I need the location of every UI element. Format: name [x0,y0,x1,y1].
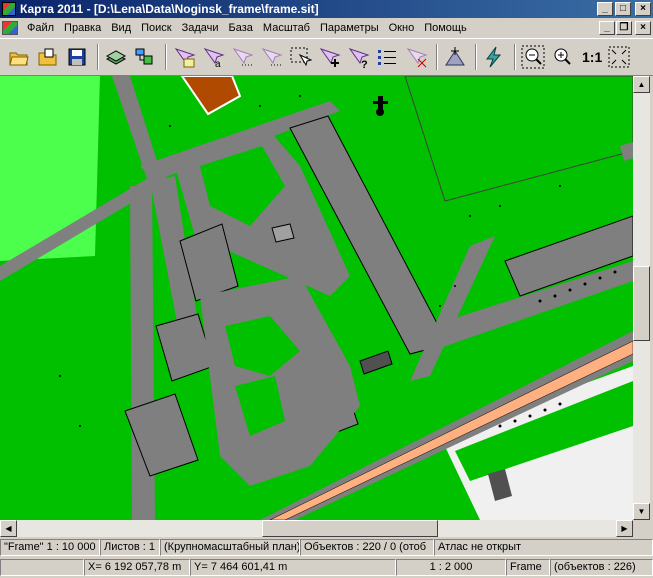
lightning-icon[interactable] [481,43,507,71]
map-canvas[interactable] [0,76,633,520]
open-folder-icon[interactable] [6,43,32,71]
save-icon[interactable] [64,43,90,71]
open-project-icon[interactable] [35,43,61,71]
status-bar-bottom: X= 6 192 057,78 m Y= 7 464 601,41 m 1 : … [0,557,653,577]
window-title: Карта 2011 - [D:\Lena\Data\Noginsk_frame… [20,2,319,16]
toolbar: a ? 1:1 [0,38,653,76]
query-select-icon[interactable]: ? [345,43,371,71]
menu-window[interactable]: Окно [384,22,420,34]
status-empty [0,558,84,576]
layer-objects: (объектов : 226) [550,558,653,576]
doc-restore-button[interactable]: ❐ [616,21,632,35]
svg-text:?: ? [361,59,368,69]
minimize-button[interactable]: _ [597,2,613,16]
status-bar-top: "Frame" 1 : 10 000 Листов : 1 (Крупномас… [0,538,653,556]
add-select-icon[interactable] [316,43,342,71]
toolbar-separator [165,44,167,70]
toolbar-separator [436,44,438,70]
maximize-button[interactable]: □ [615,2,631,16]
app-icon [2,2,16,16]
title-bar: Карта 2011 - [D:\Lena\Data\Noginsk_frame… [0,0,653,18]
zoom-in-icon[interactable] [549,43,575,71]
horizontal-scrollbar[interactable]: ◀ ▶ [0,520,633,537]
scroll-corner [633,520,653,537]
menu-bar: Файл Правка Вид Поиск Задачи База Масшта… [0,18,653,38]
select-object-icon[interactable] [171,43,197,71]
menu-edit[interactable]: Правка [59,22,106,34]
scale-one-to-one-button[interactable]: 1:1 [582,49,602,65]
menu-search[interactable]: Поиск [136,22,176,34]
select-frame-icon[interactable] [287,43,313,71]
current-layer: Frame [506,558,550,576]
menu-view[interactable]: Вид [106,22,136,34]
window-controls: _ □ × [597,2,651,16]
svg-text:a: a [215,59,221,69]
toolbar-separator [97,44,99,70]
fit-window-icon[interactable] [606,43,632,71]
objects-count: Объектов : 220 / 0 (отоб [300,538,434,556]
menu-parameters[interactable]: Параметры [315,22,384,34]
move-icon[interactable] [442,43,468,71]
document-icon[interactable] [2,21,18,35]
toolbar-separator [514,44,516,70]
select-text-icon[interactable]: a [200,43,226,71]
clear-select-icon[interactable] [403,43,429,71]
current-scale: 1 : 2 000 [396,558,506,576]
legend-icon[interactable] [132,43,158,71]
menu-scale[interactable]: Масштаб [258,22,315,34]
meadow-area [0,76,100,261]
horizontal-scroll-thumb[interactable] [262,520,438,537]
map-drawing [0,76,633,520]
layers-icon[interactable] [103,43,129,71]
select-dotted-icon[interactable] [229,43,255,71]
atlas-status: Атлас не открыт [434,538,653,556]
select-dotted-alt-icon[interactable] [258,43,284,71]
scroll-down-button[interactable]: ▼ [633,503,650,520]
scroll-left-button[interactable]: ◀ [0,520,17,537]
x-coordinate: X= 6 192 057,78 m [84,558,190,576]
sheets-count: Листов : 1 [100,538,160,556]
frame-info: "Frame" 1 : 10 000 [0,538,100,556]
menu-help[interactable]: Помощь [419,22,472,34]
list-icon[interactable] [374,43,400,71]
y-coordinate: Y= 7 464 601,41 m [190,558,396,576]
document-window-controls: _ ❐ × [599,21,651,35]
close-button[interactable]: × [635,2,651,16]
doc-close-button[interactable]: × [635,21,651,35]
scroll-right-button[interactable]: ▶ [616,520,633,537]
plan-type: (Крупномасштабный план) [160,538,300,556]
doc-minimize-button[interactable]: _ [599,21,615,35]
toolbar-separator [475,44,477,70]
menu-tasks[interactable]: Задачи [177,22,224,34]
scroll-up-button[interactable]: ▲ [633,76,650,93]
vertical-scrollbar[interactable]: ▲ ▼ [633,76,650,520]
vertical-scroll-thumb[interactable] [633,266,650,341]
menu-database[interactable]: База [224,22,258,34]
zoom-out-icon[interactable] [520,43,546,71]
menu-file[interactable]: Файл [22,22,59,34]
